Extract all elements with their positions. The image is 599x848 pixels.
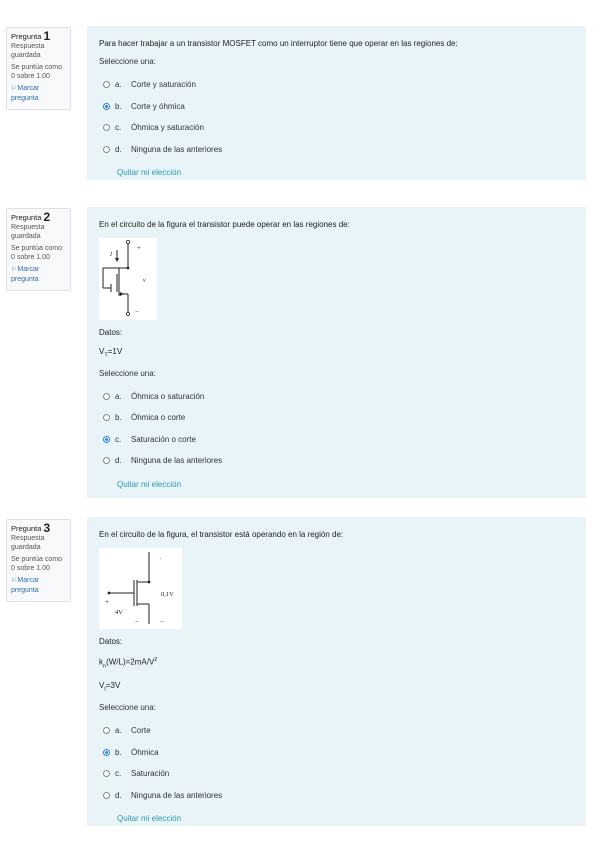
radio-button[interactable] xyxy=(103,770,110,778)
question-info-1: Pregunta 1 Respuesta guardada Se puntúa … xyxy=(6,27,71,110)
vgs-plus-label: + xyxy=(105,598,109,606)
answer-option[interactable]: d. Ninguna de las anteriores xyxy=(99,139,574,161)
answer-option[interactable]: b. Corte y óhmica xyxy=(99,96,574,118)
vgs-label: 4V xyxy=(115,609,123,616)
question-info-2: Pregunta 2 Respuesta guardada Se puntúa … xyxy=(6,208,71,291)
answer-option[interactable]: c. Óhmica y saturación xyxy=(99,117,574,139)
answer-option[interactable]: d. Ninguna de las anteriores xyxy=(99,450,574,472)
plus-label: + xyxy=(137,244,141,252)
question-number: Pregunta 2 xyxy=(11,210,51,224)
datos-item: Vt=3V xyxy=(99,681,121,693)
select-prompt: Seleccione una: xyxy=(99,368,156,378)
answer-option[interactable]: d. Ninguna de las anteriores xyxy=(99,784,574,806)
answer-option[interactable]: b. Óhmica xyxy=(99,741,574,763)
answer-options: a. Óhmica o saturación b. Óhmica o corte c… xyxy=(99,386,574,472)
question-state: Respuesta guardada xyxy=(11,224,45,240)
radio-button[interactable] xyxy=(103,791,110,799)
question-grade: Se puntúa como 0 sobre 1.00 xyxy=(11,556,62,572)
radio-button[interactable] xyxy=(103,435,110,443)
answer-options: a. Corte y saturación b. Corte y óhmica c.… xyxy=(99,74,574,160)
question-content-2: En el circuito de la figura el transisto… xyxy=(87,207,586,498)
clear-choice-link[interactable]: Quitar mi elección xyxy=(117,168,181,177)
vds-label: 0,1V xyxy=(161,591,174,598)
question-text: En el circuito de la figura el transisto… xyxy=(99,220,350,229)
question-content-1: Para hacer trabajar a un transistor MOSF… xyxy=(87,26,586,180)
clear-choice-link[interactable]: Quitar mi elección xyxy=(117,814,181,823)
datos-item: kn(W/L)=2mA/V2 xyxy=(99,657,158,670)
select-prompt: Seleccione una: xyxy=(99,57,156,66)
datos-label: Datos: xyxy=(99,328,123,337)
answer-option[interactable]: c. Saturación o corte xyxy=(99,429,574,451)
flag-icon: ⚐ xyxy=(11,578,17,584)
vds-plus-label: + xyxy=(159,557,162,562)
question-state: Respuesta guardada xyxy=(11,43,45,59)
question-info-3: Pregunta 3 Respuesta guardada Se puntúa … xyxy=(6,519,71,602)
radio-button[interactable] xyxy=(103,748,110,756)
radio-button[interactable] xyxy=(103,81,110,89)
question-content-3: En el circuito de la figura, el transist… xyxy=(87,517,586,826)
answer-option[interactable]: a. Corte xyxy=(99,720,574,742)
radio-button[interactable] xyxy=(103,102,110,110)
question-text: Para hacer trabajar a un transistor MOSF… xyxy=(99,39,458,48)
datos-section: Datos: VT=1V xyxy=(99,326,574,363)
flag-icon: ⚐ xyxy=(11,267,17,273)
flag-icon: ⚐ xyxy=(11,86,17,92)
answer-option[interactable]: b. Óhmica o corte xyxy=(99,407,574,429)
voltage-label: v xyxy=(143,278,146,284)
datos-label: Datos: xyxy=(99,637,123,646)
datos-section: Datos: kn(W/L)=2mA/V2 Vt=3V xyxy=(99,635,574,697)
question-grade: Se puntúa como 0 sobre 1.00 xyxy=(11,64,62,80)
flag-question-link[interactable]: ⚐Marcar pregunta xyxy=(11,84,66,103)
radio-button[interactable] xyxy=(103,392,110,400)
vds-minus-label: − xyxy=(160,618,164,626)
question-number: Pregunta 1 xyxy=(11,29,51,43)
circuit-figure: I + v − xyxy=(99,238,157,320)
answer-options: a. Corte b. Óhmica c. Saturación d. Ninguna … xyxy=(99,720,574,806)
question-grade: Se puntúa como 0 sobre 1.00 xyxy=(11,245,62,261)
answer-option[interactable]: a. Óhmica o saturación xyxy=(99,386,574,408)
vgs-minus-label: − xyxy=(135,618,139,626)
circuit-figure: + 4V − + 0,1V − xyxy=(99,548,182,629)
radio-button[interactable] xyxy=(103,124,110,132)
flag-question-link[interactable]: ⚐Marcar pregunta xyxy=(11,576,66,595)
radio-button[interactable] xyxy=(103,414,110,422)
datos-item: VT=1V xyxy=(99,347,123,359)
radio-button[interactable] xyxy=(103,145,110,153)
clear-choice-link[interactable]: Quitar mi elección xyxy=(117,480,181,489)
select-prompt: Seleccione una: xyxy=(99,702,156,712)
answer-option[interactable]: c. Saturación xyxy=(99,763,574,785)
question-text: En el circuito de la figura, el transist… xyxy=(99,530,344,539)
question-state: Respuesta guardada xyxy=(11,535,45,551)
question-number: Pregunta 3 xyxy=(11,521,51,535)
radio-button[interactable] xyxy=(103,457,110,465)
radio-button[interactable] xyxy=(103,727,110,735)
minus-label: − xyxy=(135,308,139,316)
answer-option[interactable]: a. Corte y saturación xyxy=(99,74,574,96)
flag-question-link[interactable]: ⚐Marcar pregunta xyxy=(11,265,66,284)
